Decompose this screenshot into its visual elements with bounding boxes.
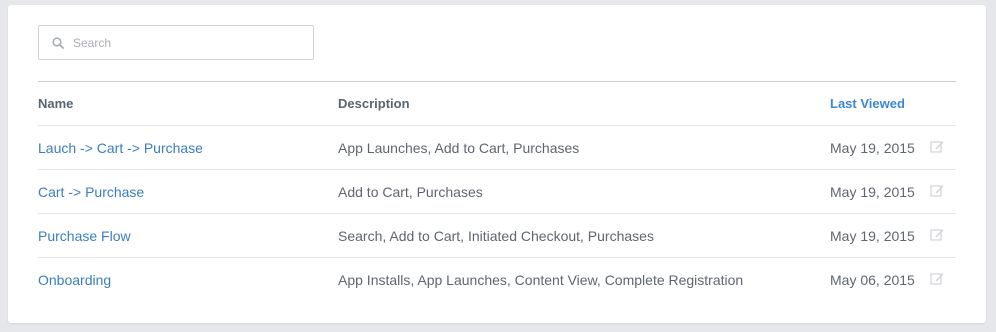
column-header-description[interactable]: Description	[338, 81, 830, 126]
funnels-panel: Name Description Last Viewed Lauch -> Ca…	[8, 5, 986, 323]
funnel-name-link[interactable]: Cart -> Purchase	[38, 184, 144, 200]
last-viewed-date: May 06, 2015	[830, 271, 915, 288]
table-header-row: Name Description Last Viewed	[38, 81, 956, 126]
funnel-name-link[interactable]: Purchase Flow	[38, 228, 131, 244]
funnel-description: App Installs, App Launches, Content View…	[338, 271, 744, 288]
funnel-name-link[interactable]: Lauch -> Cart -> Purchase	[38, 140, 203, 156]
edit-icon[interactable]	[930, 184, 944, 198]
funnel-description: App Launches, Add to Cart, Purchases	[338, 125, 830, 170]
table-row: Lauch -> Cart -> Purchase App Launches, …	[38, 125, 956, 170]
column-header-name[interactable]: Name	[38, 81, 338, 126]
search-box	[38, 25, 314, 60]
last-viewed-date: May 19, 2015	[830, 125, 930, 170]
table-row: Purchase Flow Search, Add to Cart, Initi…	[38, 213, 956, 258]
funnel-description: Search, Add to Cart, Initiated Checkout,…	[338, 213, 830, 258]
column-header-actions	[930, 81, 956, 126]
table-row: Onboarding App Installs, App Launches, C…	[38, 258, 956, 302]
search-icon	[52, 37, 64, 49]
funnel-name-link[interactable]: Onboarding	[38, 272, 111, 288]
edit-icon[interactable]	[930, 272, 944, 286]
column-header-last-viewed[interactable]: Last Viewed	[830, 81, 930, 126]
funnels-table: Name Description Last Viewed Lauch -> Ca…	[38, 81, 956, 301]
search-input[interactable]	[73, 26, 303, 59]
last-viewed-date: May 19, 2015	[830, 213, 930, 258]
table-row: Cart -> Purchase Add to Cart, Purchases …	[38, 169, 956, 214]
funnel-description: Add to Cart, Purchases	[338, 169, 830, 214]
last-viewed-date: May 19, 2015	[830, 169, 930, 214]
edit-icon[interactable]	[930, 140, 944, 154]
edit-icon[interactable]	[930, 228, 944, 242]
